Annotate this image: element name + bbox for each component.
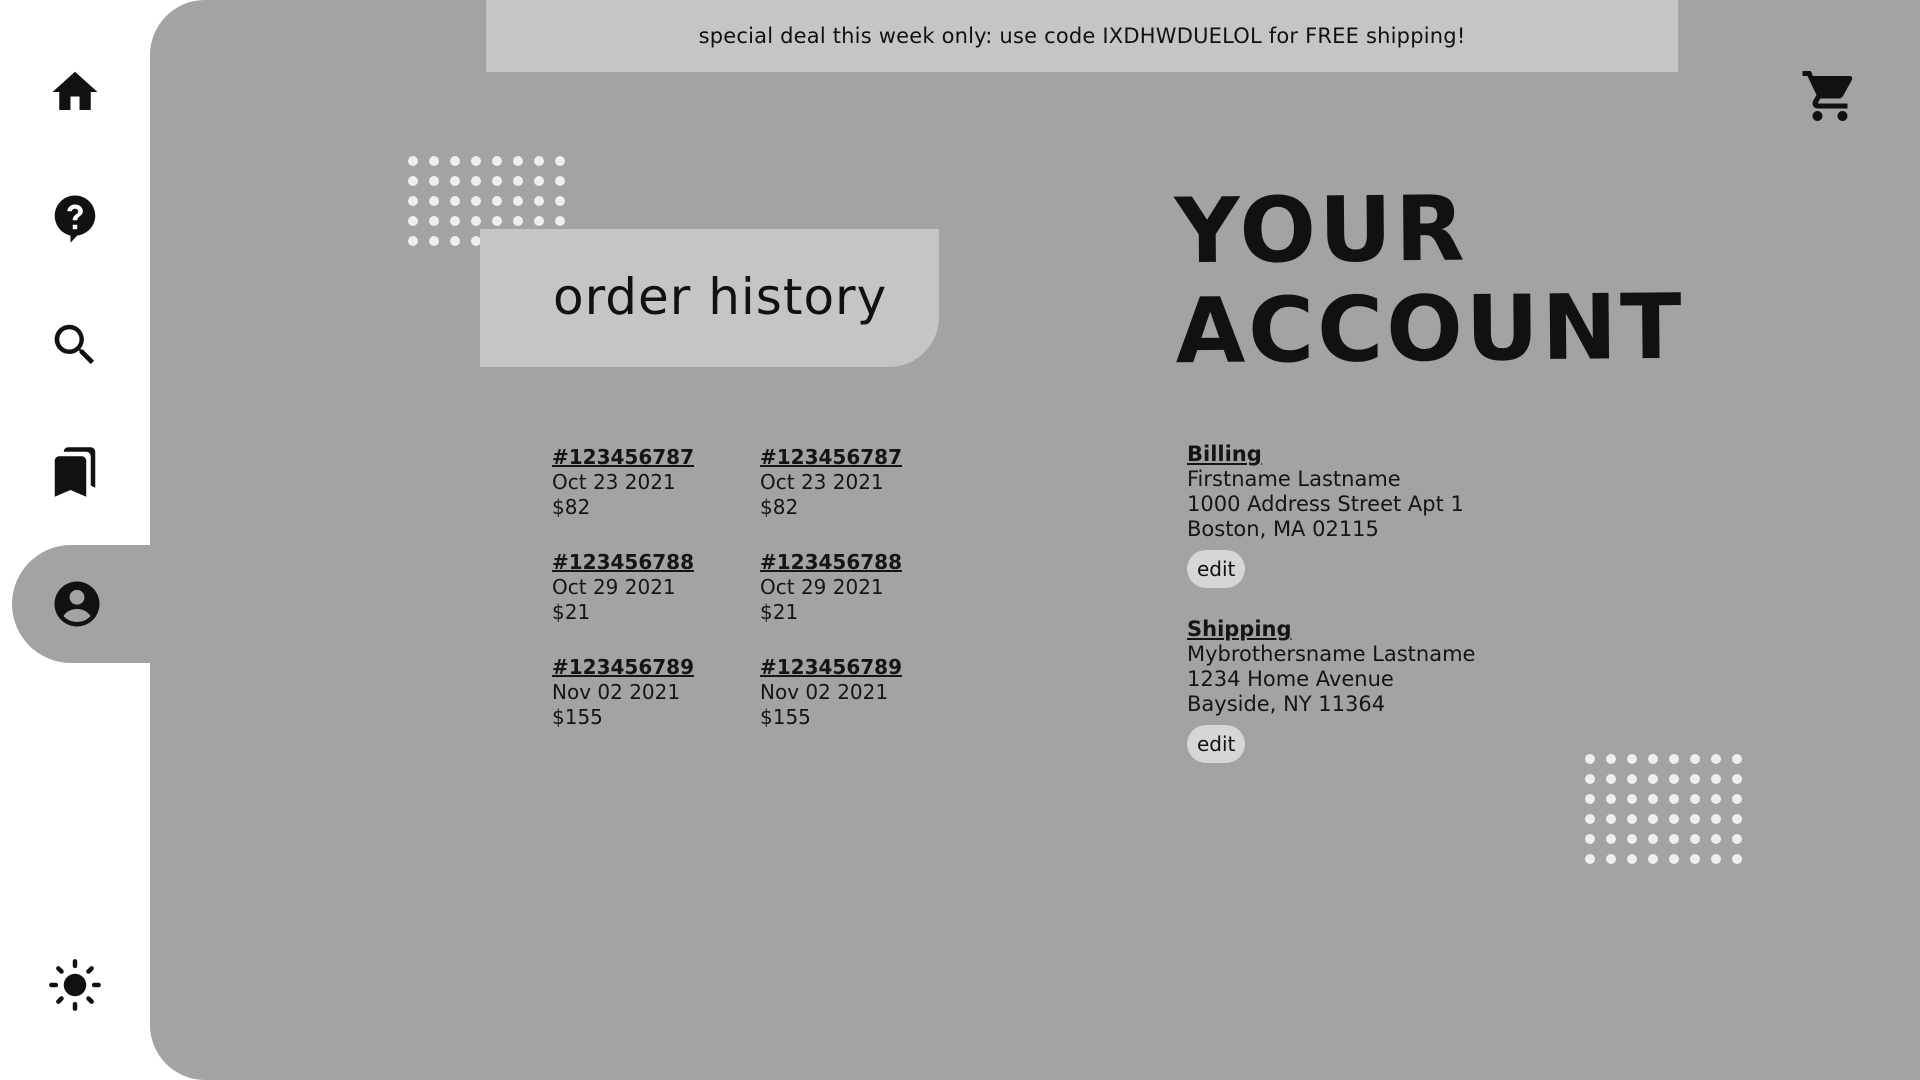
order-number-link[interactable]: #123456789 bbox=[552, 655, 752, 680]
order-item: #123456788 Oct 29 2021 $21 bbox=[552, 550, 752, 655]
orders-column-2: #123456787 Oct 23 2021 $82 #123456788 Oc… bbox=[760, 445, 960, 760]
sidebar-item-account[interactable] bbox=[12, 545, 152, 663]
shipping-city: Bayside, NY 11364 bbox=[1187, 692, 1386, 716]
billing-street: 1000 Address Street Apt 1 bbox=[1187, 492, 1464, 516]
order-item: #123456789 Nov 02 2021 $155 bbox=[760, 655, 960, 760]
sidebar-item-help[interactable] bbox=[0, 178, 150, 258]
billing-heading: Billing bbox=[1187, 442, 1262, 466]
order-item: #123456787 Oct 23 2021 $82 bbox=[760, 445, 960, 550]
shipping-section: Shipping Mybrothersname Lastname 1234 Ho… bbox=[1187, 617, 1475, 763]
order-number-link[interactable]: #123456789 bbox=[760, 655, 960, 680]
theme-toggle[interactable] bbox=[0, 945, 150, 1025]
order-number-link[interactable]: #123456788 bbox=[552, 550, 752, 575]
sidebar-nav bbox=[0, 0, 152, 1080]
order-item: #123456789 Nov 02 2021 $155 bbox=[552, 655, 752, 760]
account-icon bbox=[54, 581, 100, 627]
order-number-link[interactable]: #123456788 bbox=[760, 550, 960, 575]
order-date: Oct 29 2021 bbox=[760, 575, 884, 599]
order-date: Nov 02 2021 bbox=[552, 680, 681, 704]
order-date: Oct 23 2021 bbox=[760, 470, 884, 494]
order-amount: $21 bbox=[552, 600, 591, 624]
sun-icon bbox=[49, 959, 101, 1011]
search-icon bbox=[54, 324, 95, 365]
main-panel: special deal this week only: use code IX… bbox=[150, 0, 1920, 1080]
bookmarks-icon bbox=[54, 447, 96, 497]
order-item: #123456788 Oct 29 2021 $21 bbox=[760, 550, 960, 655]
orders-column-1: #123456787 Oct 23 2021 $82 #123456788 Oc… bbox=[552, 445, 752, 760]
account-title-line-2: ACCOUNT bbox=[1174, 274, 1685, 385]
help-icon bbox=[54, 195, 96, 243]
cart-icon bbox=[1802, 71, 1853, 121]
shipping-heading: Shipping bbox=[1187, 617, 1292, 641]
billing-name: Firstname Lastname bbox=[1187, 467, 1401, 491]
sidebar-item-home[interactable] bbox=[0, 52, 150, 132]
shipping-name: Mybrothersname Lastname bbox=[1187, 642, 1476, 666]
order-item: #123456787 Oct 23 2021 $82 bbox=[552, 445, 752, 550]
shipping-edit-button[interactable]: edit bbox=[1187, 725, 1246, 763]
order-date: Oct 29 2021 bbox=[552, 575, 676, 599]
order-amount: $82 bbox=[760, 495, 799, 519]
shipping-street: 1234 Home Avenue bbox=[1187, 667, 1394, 691]
billing-section: Billing Firstname Lastname 1000 Address … bbox=[1187, 442, 1464, 588]
order-date: Oct 23 2021 bbox=[552, 470, 676, 494]
billing-city: Boston, MA 02115 bbox=[1187, 517, 1379, 541]
cart-button[interactable] bbox=[1800, 66, 1860, 126]
promo-banner: special deal this week only: use code IX… bbox=[486, 0, 1678, 72]
sidebar-item-search[interactable] bbox=[0, 305, 150, 385]
order-number-link[interactable]: #123456787 bbox=[552, 445, 752, 470]
order-amount: $155 bbox=[552, 705, 603, 729]
order-number-link[interactable]: #123456787 bbox=[760, 445, 960, 470]
home-icon bbox=[52, 71, 98, 110]
order-date: Nov 02 2021 bbox=[760, 680, 889, 704]
order-amount: $155 bbox=[760, 705, 811, 729]
order-amount: $21 bbox=[760, 600, 799, 624]
decorative-dots-bottom bbox=[1585, 754, 1753, 874]
account-title: YOUR ACCOUNT bbox=[1174, 176, 1685, 385]
account-title-line-1: YOUR bbox=[1174, 176, 1468, 285]
order-history-title: order history bbox=[553, 268, 888, 326]
billing-edit-button[interactable]: edit bbox=[1187, 550, 1246, 588]
order-amount: $82 bbox=[552, 495, 591, 519]
sidebar-item-bookmarks[interactable] bbox=[0, 432, 150, 512]
